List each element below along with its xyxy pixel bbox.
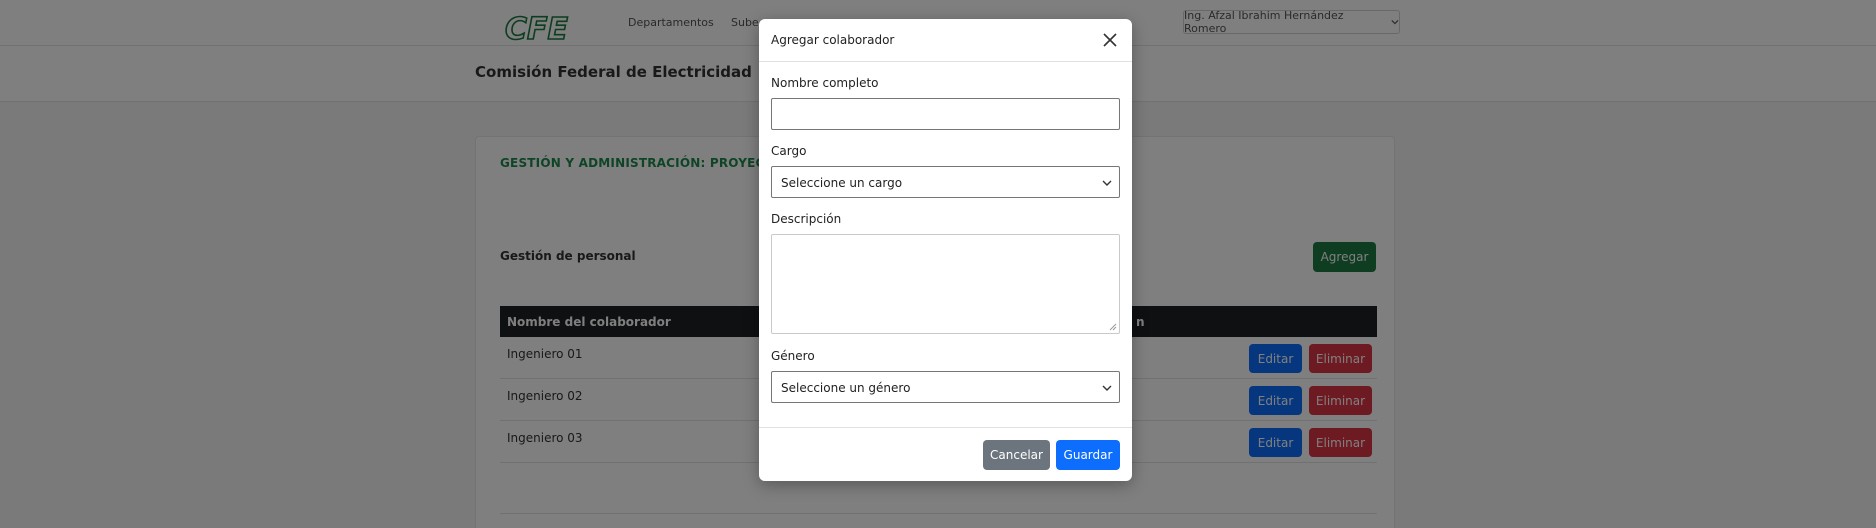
chevron-down-icon xyxy=(1102,180,1112,186)
gender-label: Género xyxy=(771,349,815,363)
gender-select-value: Seleccione un género xyxy=(781,381,911,395)
resize-handle-icon[interactable] xyxy=(1109,323,1117,331)
save-button[interactable]: Guardar xyxy=(1056,440,1120,470)
role-select[interactable]: Seleccione un cargo xyxy=(771,166,1120,198)
close-icon[interactable] xyxy=(1101,31,1119,49)
modal-header: Agregar colaborador xyxy=(759,19,1132,62)
name-label: Nombre completo xyxy=(771,76,879,90)
chevron-down-icon xyxy=(1102,385,1112,391)
description-label: Descripción xyxy=(771,212,842,226)
role-select-value: Seleccione un cargo xyxy=(781,176,903,190)
modal-footer-divider xyxy=(759,427,1132,428)
role-label: Cargo xyxy=(771,144,807,158)
add-collaborator-modal: Agregar colaborador Nombre completo Carg… xyxy=(759,19,1132,481)
name-input[interactable] xyxy=(771,98,1120,130)
gender-select[interactable]: Seleccione un género xyxy=(771,371,1120,403)
description-textarea[interactable] xyxy=(771,234,1120,334)
modal-title: Agregar colaborador xyxy=(771,33,895,47)
cancel-button[interactable]: Cancelar xyxy=(983,440,1050,470)
